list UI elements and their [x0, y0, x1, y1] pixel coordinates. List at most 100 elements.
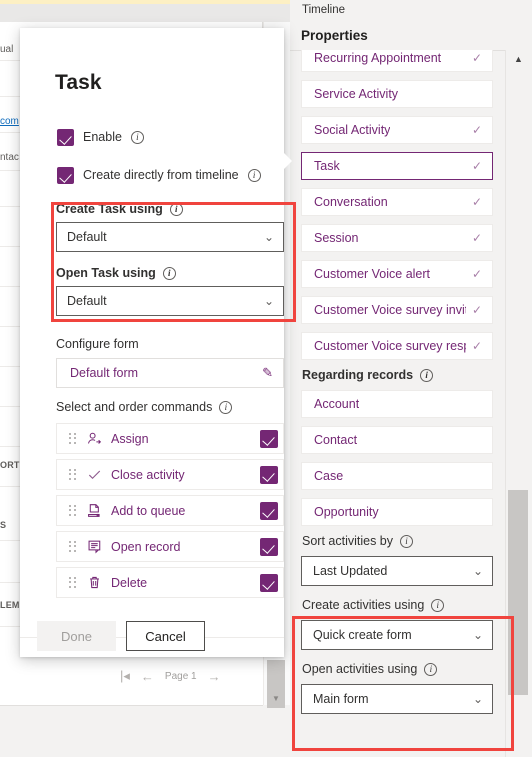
command-checkbox[interactable] [260, 573, 278, 592]
task-dialog: Task Enable i Create directly from timel… [20, 28, 296, 657]
activity-pill-task[interactable]: Task ✓ [301, 152, 493, 180]
sort-activities-dropdown[interactable]: Last Updated ⌄ [301, 556, 493, 586]
sort-activities-label-row: Sort activities by i [302, 534, 493, 548]
open-record-icon [86, 539, 102, 555]
activity-pill-label: Conversation [314, 195, 388, 209]
command-row-assign[interactable]: Assign [56, 423, 284, 454]
create-activities-using-label: Create activities using [302, 598, 425, 612]
drag-handle-icon[interactable] [69, 540, 77, 553]
command-label: Add to queue [111, 503, 186, 518]
properties-scroll-region: Recurring Appointment ✓ Service Activity… [290, 44, 532, 757]
activity-pill-customer-voice-survey-invite[interactable]: Customer Voice survey invite ✓ [301, 296, 493, 324]
info-icon[interactable]: i [424, 662, 438, 676]
properties-scrollbar-thumb[interactable] [508, 490, 528, 695]
background-link-fragment[interactable]: com [0, 116, 22, 127]
command-row-add-to-queue[interactable]: Add to queue [56, 495, 284, 526]
sort-activities-label: Sort activities by [302, 534, 394, 548]
regarding-pill-case[interactable]: Case [301, 462, 493, 490]
next-page-icon[interactable]: → [208, 669, 221, 684]
info-icon[interactable]: i [400, 534, 414, 548]
create-task-using-dropdown[interactable]: Default ⌄ [56, 222, 284, 252]
create-activities-using-label-row: Create activities using i [302, 598, 493, 612]
open-task-using-label-row: Open Task using i [56, 266, 289, 280]
drag-handle-icon[interactable] [69, 468, 77, 481]
command-checkbox[interactable] [260, 465, 278, 484]
background-pagination[interactable]: |◂ ← Page 1 → [120, 668, 221, 684]
activity-pill-customer-voice-survey-response[interactable]: Customer Voice survey response ✓ [301, 332, 493, 360]
chevron-down-icon[interactable]: ⌄ [473, 692, 483, 706]
info-icon[interactable]: i [431, 598, 445, 612]
activity-pill-social-activity[interactable]: Social Activity ✓ [301, 116, 493, 144]
drag-handle-icon[interactable] [69, 576, 77, 589]
configure-form-value: Default form [70, 366, 139, 380]
tab-properties[interactable]: Properties [301, 28, 368, 43]
regarding-pill-opportunity[interactable]: Opportunity [301, 498, 493, 526]
first-page-icon[interactable]: |◂ [120, 668, 130, 684]
configure-form-label: Configure form [56, 337, 139, 351]
activity-pill-label: Service Activity [314, 87, 399, 101]
command-row-delete[interactable]: Delete [56, 567, 284, 598]
add-to-queue-icon [86, 503, 102, 519]
breadcrumb[interactable]: Timeline [302, 4, 345, 16]
checkbox-row-enable[interactable]: Enable i [20, 124, 284, 150]
sort-activities-value: Last Updated [313, 564, 388, 578]
checkbox-row-create-directly[interactable]: Create directly from timeline i [20, 162, 284, 188]
properties-panel: Timeline Properties Recurring Appointmen… [290, 0, 532, 757]
activity-pill-label: Customer Voice alert [314, 267, 431, 281]
cancel-button[interactable]: Cancel [126, 621, 205, 651]
chevron-down-icon[interactable]: ▼ [272, 694, 280, 703]
checkbox-enable-label: Enable [83, 130, 122, 144]
chevron-down-icon[interactable]: ⌄ [264, 231, 274, 243]
task-form-settings-group: Create Task using i Default ⌄ Open Task … [51, 202, 289, 330]
open-task-using-dropdown[interactable]: Default ⌄ [56, 286, 284, 316]
commands-group: Select and order commands i Assign Close… [56, 400, 284, 603]
create-task-using-label: Create Task using [56, 202, 163, 216]
info-icon[interactable]: i [169, 202, 183, 216]
create-activities-using-dropdown[interactable]: Quick create form ⌄ [301, 620, 493, 650]
activity-pill-label: Customer Voice survey response [314, 339, 466, 353]
command-checkbox[interactable] [260, 429, 278, 448]
info-icon[interactable]: i [420, 368, 434, 382]
activity-pill-session[interactable]: Session ✓ [301, 224, 493, 252]
configure-form-field[interactable]: Default form ✎ [56, 358, 284, 388]
command-row-open-record[interactable]: Open record [56, 531, 284, 562]
activity-pill-label: Session [314, 231, 359, 245]
checkbox-enable[interactable] [57, 128, 74, 146]
previous-page-icon[interactable]: ← [141, 669, 154, 684]
info-icon[interactable]: i [130, 130, 144, 144]
dialog-callout-arrow [283, 152, 292, 170]
chevron-down-icon[interactable]: ⌄ [264, 295, 274, 307]
checkmark-icon: ✓ [471, 159, 482, 173]
checkmark-icon: ✓ [471, 339, 482, 353]
command-row-close-activity[interactable]: Close activity [56, 459, 284, 490]
regarding-pill-contact[interactable]: Contact [301, 426, 493, 454]
done-button[interactable]: Done [37, 621, 116, 651]
activity-pill-label: Customer Voice survey invite [314, 303, 466, 317]
screenshot-root: ual com ntac ORTU S LEM |◂ ← Page 1 → ▼ … [0, 0, 532, 757]
chevron-down-icon[interactable]: ⌄ [473, 564, 483, 578]
regarding-pill-label: Account [314, 397, 360, 411]
drag-handle-icon[interactable] [69, 432, 77, 445]
background-text-fragment: ual [0, 44, 14, 55]
activity-pill-customer-voice-alert[interactable]: Customer Voice alert ✓ [301, 260, 493, 288]
info-icon[interactable]: i [162, 266, 176, 280]
drag-handle-icon[interactable] [69, 504, 77, 517]
chevron-down-icon[interactable]: ⌄ [473, 628, 483, 642]
command-label: Assign [111, 431, 149, 446]
create-task-using-group: Create Task using i Default ⌄ [51, 202, 289, 252]
create-task-using-value: Default [67, 230, 107, 244]
checkbox-create-directly-from-timeline[interactable] [57, 166, 74, 184]
regarding-pill-account[interactable]: Account [301, 390, 493, 418]
open-activities-using-dropdown[interactable]: Main form ⌄ [301, 684, 493, 714]
create-activities-using-value: Quick create form [313, 628, 412, 642]
info-icon[interactable]: i [219, 400, 233, 414]
info-icon[interactable]: i [247, 168, 261, 182]
activity-pill-conversation[interactable]: Conversation ✓ [301, 188, 493, 216]
command-checkbox[interactable] [260, 501, 278, 520]
scroll-up-icon[interactable]: ▲ [514, 54, 523, 64]
command-checkbox[interactable] [260, 537, 278, 556]
checkmark-icon: ✓ [471, 303, 482, 317]
activity-pill-service-activity[interactable]: Service Activity [301, 80, 493, 108]
dialog-button-row: Done Cancel [37, 621, 205, 651]
pencil-icon[interactable]: ✎ [262, 365, 273, 381]
